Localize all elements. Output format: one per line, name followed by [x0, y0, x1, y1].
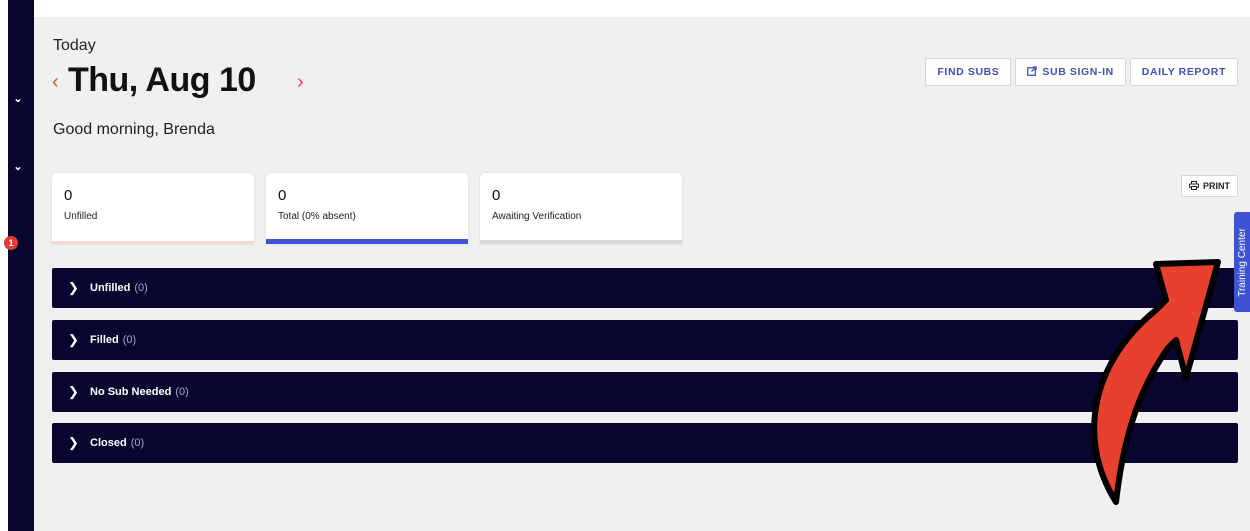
stat-value: 0: [278, 187, 287, 204]
section-name: Filled: [90, 334, 119, 346]
chevron-right-icon: ❯: [68, 435, 79, 450]
greeting-text: Good morning, Brenda: [53, 121, 215, 138]
stat-label: Total (0% absent): [278, 211, 356, 222]
stat-label: Unfilled: [64, 211, 98, 222]
section-name: No Sub Needed: [90, 386, 172, 398]
daily-report-button[interactable]: DAILY REPORT: [1129, 58, 1238, 86]
section-filled[interactable]: ❯ Filled (0): [52, 320, 1238, 360]
section-name: Unfilled: [90, 282, 131, 294]
header-actions: FIND SUBS SUB SIGN-IN DAILY REPORT: [925, 58, 1238, 86]
section-unfilled[interactable]: ❯ Unfilled (0): [52, 268, 1238, 308]
stat-bar: [266, 239, 468, 244]
stat-label: Awaiting Verification: [492, 211, 582, 222]
notification-badge[interactable]: 1: [4, 236, 18, 250]
section-no-sub-needed[interactable]: ❯ No Sub Needed (0): [52, 372, 1238, 412]
section-count: (0): [122, 334, 137, 346]
stat-card-unfilled[interactable]: 0 Unfilled: [52, 173, 254, 244]
sub-sign-in-label: SUB SIGN-IN: [1042, 66, 1114, 78]
find-subs-label: FIND SUBS: [937, 66, 1000, 78]
find-subs-button[interactable]: FIND SUBS: [925, 58, 1012, 86]
chevron-right-icon: ❯: [68, 332, 79, 347]
chevron-right-icon: ❯: [68, 384, 79, 399]
top-strip: [0, 0, 1250, 17]
stat-bar: [52, 241, 254, 244]
stat-card-awaiting-verification[interactable]: 0 Awaiting Verification: [480, 173, 682, 244]
section-name: Closed: [90, 437, 127, 449]
sub-sign-in-button[interactable]: SUB SIGN-IN: [1015, 58, 1126, 86]
printer-icon: [1189, 180, 1199, 192]
stat-value: 0: [492, 187, 501, 204]
date-navigator: ‹ Thu, Aug 10 ›: [52, 61, 352, 107]
section-count: (0): [134, 282, 148, 294]
section-closed[interactable]: ❯ Closed (0): [52, 423, 1238, 463]
stat-bar: [480, 240, 682, 244]
next-day-icon[interactable]: ›: [297, 71, 304, 94]
today-label: Today: [53, 37, 96, 54]
current-date: Thu, Aug 10: [68, 61, 256, 99]
external-link-icon: [1027, 65, 1038, 79]
stat-card-total[interactable]: 0 Total (0% absent): [266, 173, 468, 244]
left-sidebar: ⌄ ⌄ 1: [4, 0, 34, 531]
stat-value: 0: [64, 187, 73, 204]
chevron-right-icon: ❯: [68, 280, 79, 295]
print-button[interactable]: PRINT: [1181, 175, 1238, 197]
section-count: (0): [130, 437, 145, 449]
sidebar-chevron-down-icon[interactable]: ⌄: [8, 92, 28, 105]
sidebar-chevron-down-icon[interactable]: ⌄: [8, 160, 28, 173]
print-label: PRINT: [1203, 181, 1230, 191]
daily-report-label: DAILY REPORT: [1141, 66, 1226, 78]
section-count: (0): [175, 386, 189, 398]
annotation-arrow-icon: [1091, 259, 1221, 505]
previous-day-icon[interactable]: ‹: [52, 71, 59, 94]
main-content: Today ‹ Thu, Aug 10 › Good morning, Bren…: [34, 17, 1250, 531]
